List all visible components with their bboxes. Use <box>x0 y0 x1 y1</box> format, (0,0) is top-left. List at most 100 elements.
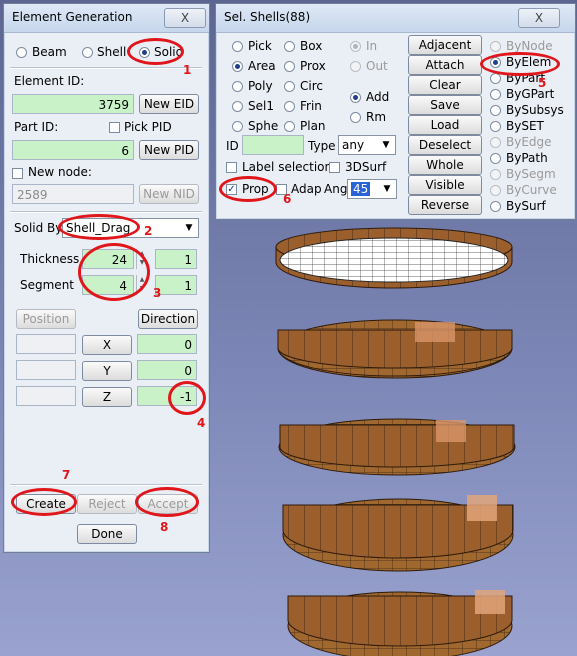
in-label: In <box>366 39 378 53</box>
part-id-field[interactable]: 6 <box>12 140 134 160</box>
thickness-label: Thickness <box>20 252 80 266</box>
type-label: Type <box>308 139 336 153</box>
annotation-ring <box>168 381 206 415</box>
close-button[interactable]: X <box>164 8 206 28</box>
adjacent-button[interactable]: Adjacent <box>408 35 482 55</box>
beam-radio[interactable] <box>16 47 27 58</box>
poly-radio[interactable] <box>232 81 243 92</box>
pick-pid-label: Pick PID <box>124 120 172 134</box>
element-id-field[interactable]: 3759 <box>12 94 134 114</box>
save-button[interactable]: Save <box>408 95 482 115</box>
bysegm-label: BySegm <box>506 167 556 181</box>
bypath-label: ByPath <box>506 151 548 165</box>
z-left-field <box>16 386 76 406</box>
whole-button[interactable]: Whole <box>408 155 482 175</box>
add-label: Add <box>366 90 390 104</box>
bynode-label: ByNode <box>506 39 553 53</box>
byset-radio[interactable] <box>490 121 501 132</box>
annotation-ring <box>58 214 140 240</box>
3dsurf-checkbox[interactable] <box>329 162 340 173</box>
type-value: any <box>342 138 365 152</box>
load-button[interactable]: Load <box>408 115 482 135</box>
beam-label: Beam <box>32 45 67 59</box>
sel-shells-titlebar: Sel. Shells(88) X <box>216 4 575 33</box>
annotation-ring <box>219 176 277 202</box>
annotation-ring <box>135 487 199 517</box>
divider <box>10 211 202 213</box>
deselect-button[interactable]: Deselect <box>408 135 482 155</box>
close-button[interactable]: X <box>518 8 560 28</box>
bygpart-radio[interactable] <box>490 89 501 100</box>
sphe-radio[interactable] <box>232 121 243 132</box>
reject-button: Reject <box>77 494 137 514</box>
bysubsys-radio[interactable] <box>490 105 501 116</box>
sphe-label: Sphe <box>248 119 279 133</box>
sel1-radio[interactable] <box>232 101 243 112</box>
circ-radio[interactable] <box>284 81 295 92</box>
element-generation-titlebar: Element Generation X <box>4 4 209 33</box>
reverse-button[interactable]: Reverse <box>408 195 482 215</box>
bysurf-radio[interactable] <box>490 201 501 212</box>
id-field[interactable] <box>242 135 304 155</box>
rm-label: Rm <box>366 110 387 124</box>
z-button[interactable]: Z <box>82 387 132 407</box>
annotation-number: 8 <box>160 520 169 534</box>
add-radio[interactable] <box>350 92 361 103</box>
bypath-radio[interactable] <box>490 153 501 164</box>
area-radio[interactable] <box>232 61 243 72</box>
done-button[interactable]: Done <box>77 524 137 544</box>
chevron-down-icon: ▼ <box>382 140 390 150</box>
ang-select[interactable]: 45 ▼ <box>347 179 397 199</box>
bysubsys-label: BySubsys <box>506 103 564 117</box>
window-title: Sel. Shells(88) <box>224 10 311 24</box>
y-button[interactable]: Y <box>82 361 132 381</box>
y-value-field[interactable]: 0 <box>137 360 197 380</box>
annotation-number: 5 <box>538 76 547 90</box>
area-label: Area <box>248 59 276 73</box>
prox-radio[interactable] <box>284 61 295 72</box>
annotation-ring <box>11 488 77 516</box>
attach-button[interactable]: Attach <box>408 55 482 75</box>
viewport-3d <box>275 227 516 656</box>
annotation-number: 6 <box>283 192 292 206</box>
annotation-number: 7 <box>62 468 71 482</box>
new-node-label: New node: <box>28 165 92 179</box>
x-value-field[interactable]: 0 <box>137 334 197 354</box>
shell-radio[interactable] <box>82 47 93 58</box>
plan-radio[interactable] <box>284 121 295 132</box>
divider <box>10 484 202 486</box>
annotation-number: 4 <box>197 416 206 430</box>
rm-radio[interactable] <box>350 112 361 123</box>
frin-radio[interactable] <box>284 101 295 112</box>
thickness-right-field[interactable]: 1 <box>155 249 197 269</box>
box-radio[interactable] <box>284 41 295 52</box>
frin-label: Frin <box>300 99 322 113</box>
bynode-radio <box>490 41 501 52</box>
clear-button[interactable]: Clear <box>408 75 482 95</box>
disc-1 <box>275 227 513 289</box>
bycurve-label: ByCurve <box>506 183 557 197</box>
id-label: ID <box>226 139 239 153</box>
poly-label: Poly <box>248 79 273 93</box>
pick-pid-checkbox[interactable] <box>109 122 120 133</box>
pick-radio[interactable] <box>232 41 243 52</box>
new-eid-button[interactable]: New EID <box>139 94 199 114</box>
type-select[interactable]: any ▼ <box>338 135 396 155</box>
annotation-number: 3 <box>153 286 162 300</box>
x-left-field <box>16 334 76 354</box>
direction-button[interactable]: Direction <box>138 309 198 329</box>
new-pid-button[interactable]: New PID <box>139 140 199 160</box>
annotation-ring <box>78 243 150 301</box>
label-selection-checkbox[interactable] <box>226 162 237 173</box>
visible-button[interactable]: Visible <box>408 175 482 195</box>
disc-3 <box>278 418 516 476</box>
chevron-down-icon: ▼ <box>185 223 193 233</box>
sel1-label: Sel1 <box>248 99 274 113</box>
divider <box>10 67 202 69</box>
x-button[interactable]: X <box>82 335 132 355</box>
ang-label: Ang <box>324 182 348 196</box>
new-node-checkbox[interactable] <box>12 168 23 179</box>
bypart-radio[interactable] <box>490 73 501 84</box>
label-selection-label: Label selection <box>242 160 333 174</box>
new-nid-button: New NID <box>139 184 199 204</box>
